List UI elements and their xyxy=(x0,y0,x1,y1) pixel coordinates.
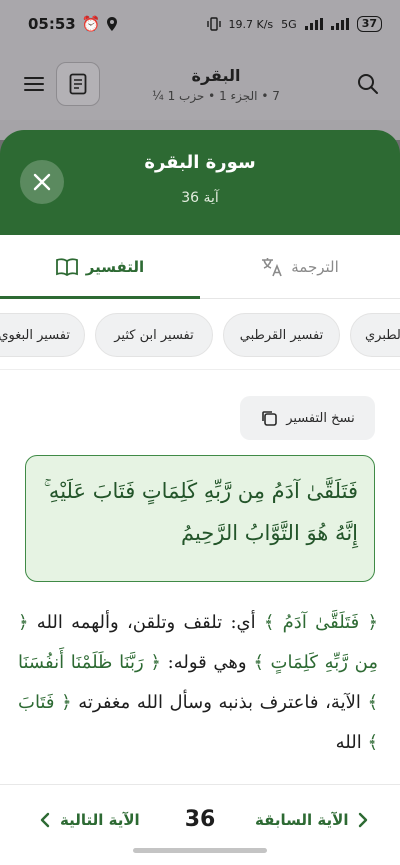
book-icon xyxy=(69,73,87,95)
signal-icon xyxy=(304,18,323,30)
tab-tafsir[interactable]: التفسير xyxy=(0,235,200,298)
tafsir-source-chips: الطبري تفسير القرطبي تفسير ابن كثير تفسي… xyxy=(0,313,400,359)
sheet-body: التفسير الترجمة الطبري تفسير القرطبي تفس… xyxy=(0,235,400,865)
status-time: 05:53 xyxy=(28,15,76,33)
signal-icon-2 xyxy=(330,18,349,30)
quote-1: ﴿ فَتَلَقَّىٰ آدَمُ ﴾ xyxy=(263,612,378,633)
translate-icon xyxy=(262,257,282,276)
alarm-icon: ⏰ xyxy=(81,15,101,33)
chip-baghawi[interactable]: تفسير البغوي xyxy=(0,313,85,357)
battery-indicator: 37 xyxy=(356,16,382,32)
chip-qurtubi[interactable]: تفسير القرطبي xyxy=(223,313,340,357)
tab-bar: التفسير الترجمة xyxy=(0,235,400,299)
sheet-title: سورة البقرة xyxy=(144,152,256,173)
status-left: 05:53 ⏰ xyxy=(28,15,118,33)
network-speed: 19.7 K/s xyxy=(228,17,274,31)
search-button[interactable] xyxy=(352,68,384,100)
vibrate-icon xyxy=(206,17,221,31)
tafsir-part-1: أي: تلقف وتلقن، وألهمه الله xyxy=(28,612,264,633)
next-ayah-label: الآية التالية xyxy=(60,811,140,829)
prev-ayah-label: الآية السابقة xyxy=(255,811,349,829)
network-type: 5G xyxy=(281,17,297,31)
sheet-header: سورة البقرة آية 36 xyxy=(0,130,400,235)
copy-icon xyxy=(262,411,278,426)
book-button[interactable] xyxy=(56,62,100,106)
verse-box: فَتَلَقَّىٰ آدَمُ مِن رَّبِّهِ كَلِمَاتٍ… xyxy=(25,455,375,582)
chevron-right-icon xyxy=(359,812,368,828)
chip-ibn-kathir[interactable]: تفسير ابن كثير xyxy=(95,313,213,357)
status-bar: 05:53 ⏰ 19.7 K/s 5G 37 xyxy=(0,0,400,48)
surah-subtitle: 7 • الجزء 1 • حزب 1 ¼ xyxy=(152,88,280,103)
next-ayah-button[interactable]: الآية التالية xyxy=(40,811,140,829)
verse-text: فَتَلَقَّىٰ آدَمُ مِن رَّبِّهِ كَلِمَاتٍ… xyxy=(43,479,358,545)
tafsir-part-3: الآية، فاعترف بذنبه وسأل الله مغفرته xyxy=(71,692,368,713)
tafsir-part-4: الله xyxy=(335,732,368,753)
surah-name: البقرة xyxy=(191,65,241,85)
search-icon xyxy=(358,74,378,94)
prev-ayah-button[interactable]: الآية السابقة xyxy=(255,811,368,829)
menu-button[interactable] xyxy=(16,66,52,102)
ayah-navigation: الآية التالية 36 الآية السابقة xyxy=(0,784,400,865)
tab-translation[interactable]: الترجمة xyxy=(200,235,400,298)
copy-tafsir-label: نسخ التفسير xyxy=(286,410,355,426)
chip-tabari[interactable]: الطبري xyxy=(350,313,400,357)
tafsir-part-2: وهي قوله: xyxy=(160,652,254,673)
close-icon xyxy=(33,173,51,191)
status-right: 19.7 K/s 5G 37 xyxy=(206,16,382,32)
tafsir-text: ﴿ فَتَلَقَّىٰ آدَمُ ﴾ أي: تلقف وتلقن، وأ… xyxy=(18,603,378,783)
divider xyxy=(0,369,400,370)
location-icon xyxy=(107,17,118,31)
ayah-label: آية 36 xyxy=(181,190,219,206)
chevron-left-icon xyxy=(40,812,50,828)
tab-tafsir-label: التفسير xyxy=(85,257,145,276)
current-ayah-number: 36 xyxy=(184,807,216,832)
app-bar: البقرة 7 • الجزء 1 • حزب 1 ¼ xyxy=(0,48,400,120)
tab-indicator xyxy=(0,296,200,299)
tab-translation-label: الترجمة xyxy=(291,257,339,276)
open-book-icon xyxy=(55,257,78,276)
home-indicator[interactable] xyxy=(133,848,267,853)
copy-tafsir-button[interactable]: نسخ التفسير xyxy=(240,396,375,440)
app-title-block: البقرة 7 • الجزء 1 • حزب 1 ¼ xyxy=(100,66,332,103)
